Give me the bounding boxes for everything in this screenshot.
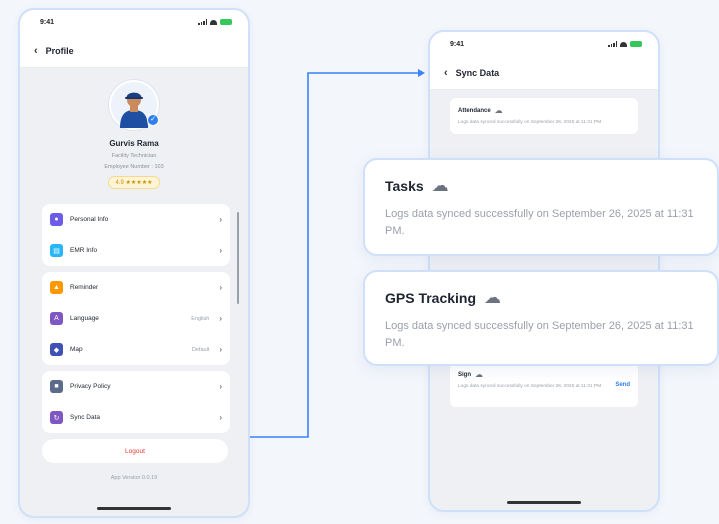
rating-badge: 4.9 ★★★★★ (107, 176, 161, 189)
logout-button[interactable]: Logout (42, 439, 228, 463)
document-icon: ▤ (50, 244, 63, 257)
sync-card-text: Logs data synced successfully on Septemb… (458, 384, 603, 389)
user-icon: ● (50, 213, 63, 226)
sync-card-text: Logs data synced successfully on Septemb… (458, 120, 603, 125)
chevron-right-icon: › (219, 246, 222, 255)
profile-nav-bar: ‹ Profile (20, 34, 248, 68)
sync-nav-bar: ‹ Sync Data (430, 56, 658, 90)
menu-item-value: English (191, 315, 210, 322)
verified-check-icon: ✓ (147, 114, 159, 126)
highlight-card-text: Logs data synced successfully on Septemb… (385, 208, 694, 238)
highlight-card-gps-tracking: GPS Tracking ☁ Logs data synced successf… (363, 270, 719, 366)
highlight-card-text: Logs data synced successfully on Septemb… (385, 320, 694, 350)
cloud-icon: ☁ (484, 288, 502, 307)
back-arrow-icon[interactable]: ‹ (444, 67, 448, 79)
language-icon: A (50, 312, 63, 325)
menu-item-personal-info[interactable]: ● Personal Info › (42, 204, 230, 235)
map-icon: ◆ (50, 343, 63, 356)
shield-icon: ■ (50, 380, 63, 393)
battery-icon (220, 19, 232, 25)
menu-item-label: Language (70, 315, 99, 322)
chevron-right-icon: › (219, 314, 222, 323)
menu-item-privacy-policy[interactable]: ■ Privacy Policy › (42, 371, 230, 402)
sync-icon: ↻ (50, 411, 63, 424)
highlight-card-title: Tasks (385, 178, 424, 194)
page-title: Sync Data (455, 67, 500, 78)
menu-item-emr-info[interactable]: ▤ EMR Info › (42, 235, 230, 266)
highlight-card-title: GPS Tracking (385, 290, 477, 306)
cloud-icon: ☁ (431, 176, 449, 195)
chevron-right-icon: › (219, 413, 222, 422)
chevron-right-icon: › (219, 283, 222, 292)
signal-icon (198, 19, 207, 25)
profile-phone-frame: 9:41 ‹ Profile ✓ Gurvis Rama Facility Te… (18, 8, 250, 518)
wifi-icon (210, 19, 217, 25)
home-indicator (507, 501, 581, 504)
sync-card-title: Attendance (458, 107, 491, 114)
sync-card-sign: Sign ☁ Logs data synced successfully on … (450, 363, 638, 407)
menu-item-sync-data[interactable]: ↻ Sync Data › (42, 402, 230, 433)
home-indicator (97, 507, 171, 510)
page-title: Profile (45, 45, 74, 56)
menu-item-label: Reminder (70, 284, 99, 291)
menu-item-language[interactable]: A Language English › (42, 303, 230, 334)
menu-group-account: ● Personal Info › ▤ EMR Info › (42, 204, 230, 266)
menu-item-reminder[interactable]: ▲ Reminder › (42, 272, 230, 303)
menu-group-preferences: ▲ Reminder › A Language English › ◆ Map … (42, 272, 230, 365)
signal-icon (608, 41, 617, 47)
menu-group-system: ■ Privacy Policy › ↻ Sync Data › (42, 371, 230, 433)
bell-icon: ▲ (50, 281, 63, 294)
menu-item-label: EMR Info (70, 247, 98, 254)
chevron-right-icon: › (219, 382, 222, 391)
profile-header: ✓ Gurvis Rama Facility Technician Employ… (20, 68, 248, 189)
scrollbar[interactable] (237, 212, 239, 304)
send-button[interactable]: Send (615, 382, 630, 388)
status-bar: 9:41 (430, 32, 658, 56)
user-name: Gurvis Rama (109, 139, 159, 148)
menu-item-label: Map (70, 346, 83, 353)
status-time: 9:41 (450, 40, 465, 48)
sync-card-title: Sign (458, 371, 471, 378)
cloud-icon: ☁ (475, 370, 483, 379)
menu-item-value: Default (191, 346, 210, 353)
chevron-right-icon: › (219, 215, 222, 224)
battery-icon (630, 41, 642, 47)
menu-item-label: Personal Info (70, 216, 109, 223)
user-employee-number: Employee Number : 103 (104, 164, 164, 170)
cloud-icon: ☁ (494, 106, 503, 115)
menu-item-map[interactable]: ◆ Map Default › (42, 334, 230, 365)
status-time: 9:41 (40, 18, 55, 26)
status-bar: 9:41 (20, 10, 248, 34)
sync-card-attendance: Attendance ☁ Logs data synced successful… (450, 98, 638, 135)
menu-item-label: Privacy Policy (70, 383, 111, 390)
menu-item-label: Sync Data (70, 414, 100, 421)
wifi-icon (620, 41, 627, 47)
avatar[interactable]: ✓ (109, 80, 159, 130)
back-arrow-icon[interactable]: ‹ (34, 45, 38, 57)
chevron-right-icon: › (219, 345, 222, 354)
app-version: App Version 0.0.19 (110, 475, 158, 481)
user-role: Facility Technician (111, 153, 157, 159)
highlight-card-tasks: Tasks ☁ Logs data synced successfully on… (363, 158, 719, 256)
